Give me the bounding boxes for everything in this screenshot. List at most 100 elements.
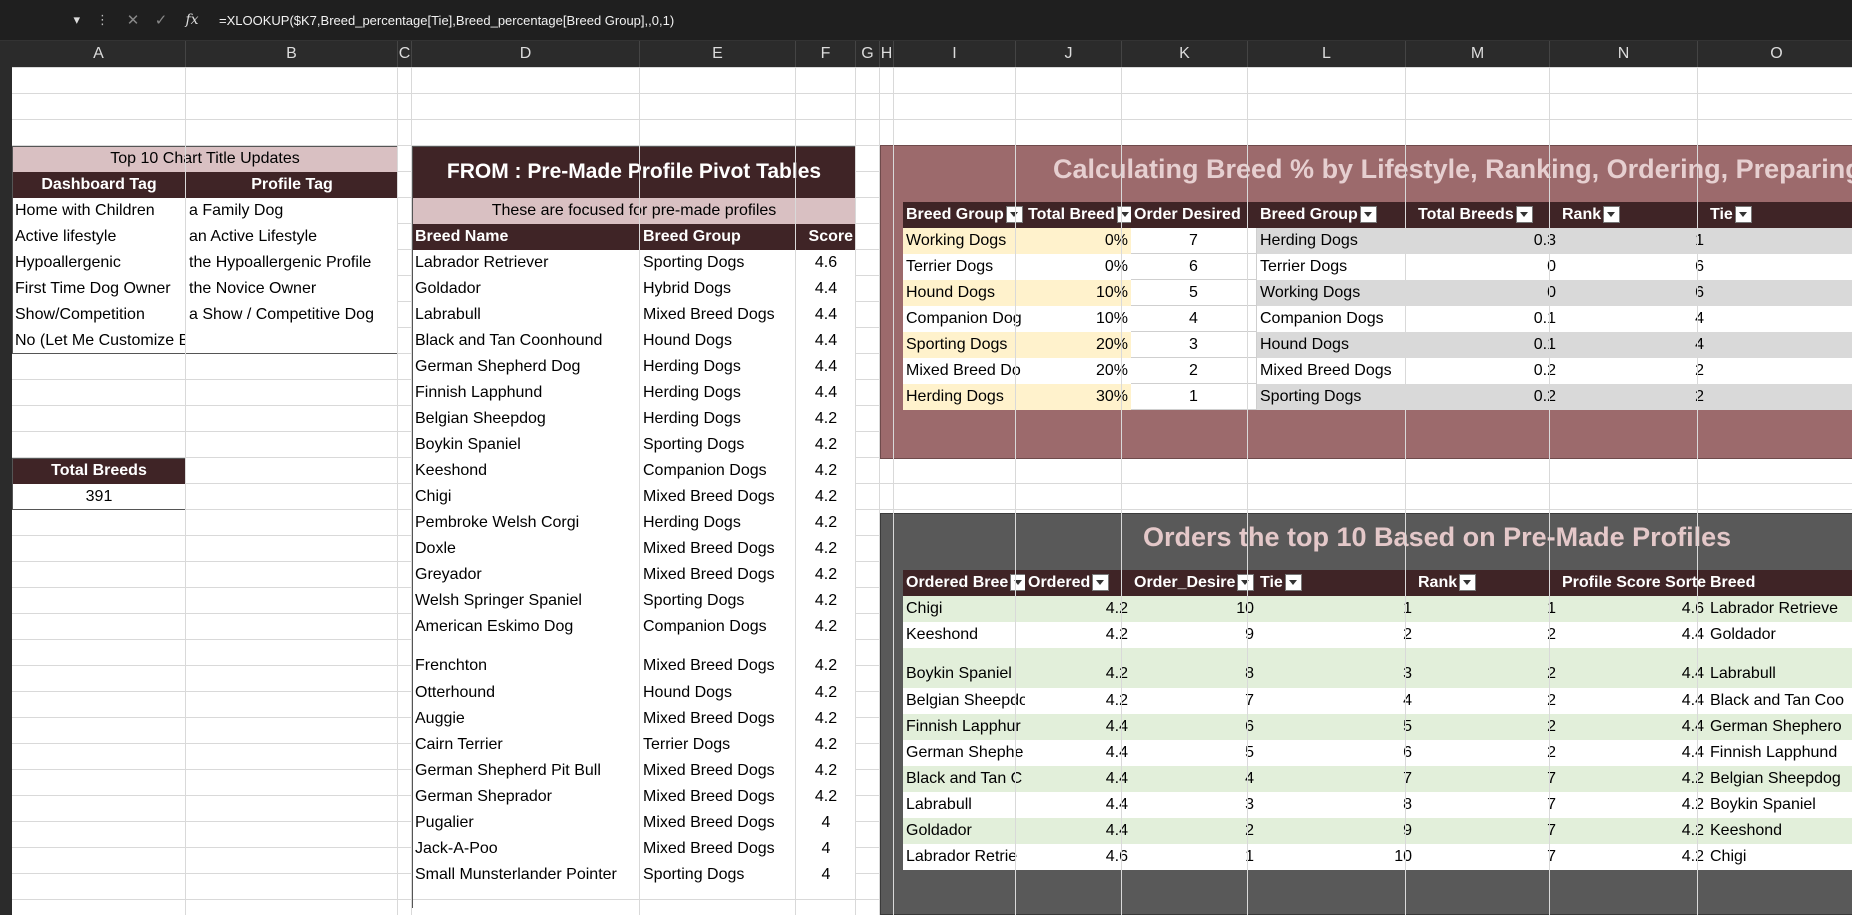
order-cell[interactable]: 8 bbox=[1257, 792, 1415, 818]
breed-pct-cell[interactable]: 5 bbox=[1131, 280, 1257, 306]
rank-cell[interactable]: 2 bbox=[1559, 384, 1707, 410]
order-cell[interactable]: 10 bbox=[1257, 844, 1415, 870]
order-cell[interactable]: 4.4 bbox=[1025, 818, 1131, 844]
breed-pct-cell[interactable]: 0% bbox=[1025, 228, 1131, 254]
order-cell[interactable]: 4.4 bbox=[1025, 792, 1131, 818]
order-header[interactable]: Tie bbox=[1257, 570, 1415, 596]
order-cell[interactable]: 4.2 bbox=[1559, 792, 1707, 818]
order-cell[interactable]: 4.6 bbox=[1559, 596, 1707, 622]
order-cell[interactable]: 1 bbox=[1257, 596, 1415, 622]
order-cell[interactable]: 4.2 bbox=[1559, 844, 1707, 870]
formula-input[interactable]: =XLOOKUP($K7,Breed_percentage[Tie],Breed… bbox=[209, 13, 674, 28]
column-header-C[interactable]: C bbox=[398, 41, 412, 67]
column-header-G[interactable]: G bbox=[856, 41, 880, 67]
order-header[interactable]: Rank bbox=[1415, 570, 1559, 596]
breed-pct-cell[interactable]: Companion Dog bbox=[903, 306, 1025, 332]
breed-pct-cell[interactable]: 20% bbox=[1025, 332, 1131, 358]
filter-dropdown-icon[interactable] bbox=[1284, 574, 1302, 592]
order-header[interactable]: Breed bbox=[1707, 570, 1852, 596]
rank-cell[interactable] bbox=[1707, 358, 1852, 384]
breed-pct-cell[interactable]: 6 bbox=[1131, 254, 1257, 280]
rank-cell[interactable]: 0.1 bbox=[1415, 306, 1559, 332]
breed-pct-header[interactable]: Total Breed bbox=[1025, 202, 1131, 228]
order-cell[interactable]: 5 bbox=[1131, 740, 1257, 766]
rank-cell[interactable]: 6 bbox=[1559, 254, 1707, 280]
order-cell[interactable]: Goldador bbox=[1707, 622, 1852, 648]
order-cell[interactable]: 4.4 bbox=[1559, 622, 1707, 648]
order-cell[interactable]: 1 bbox=[1131, 844, 1257, 870]
breed-pct-cell[interactable]: Working Dogs bbox=[903, 228, 1025, 254]
order-cell[interactable]: Goldador bbox=[903, 818, 1025, 844]
column-header-J[interactable]: J bbox=[1016, 41, 1122, 67]
breed-pct-cell[interactable]: 10% bbox=[1025, 280, 1131, 306]
column-header-O[interactable]: O bbox=[1698, 41, 1852, 67]
more-options-icon[interactable]: ⋮ bbox=[86, 12, 119, 28]
breed-pct-cell[interactable]: 30% bbox=[1025, 384, 1131, 410]
order-cell[interactable]: 9 bbox=[1131, 622, 1257, 648]
order-cell[interactable]: Black and Tan Coo bbox=[1707, 688, 1852, 714]
order-header[interactable]: Ordered bbox=[1025, 570, 1131, 596]
worksheet-grid[interactable]: Top 10 Chart Title Updates Dashboard Tag P… bbox=[12, 67, 1852, 915]
order-cell[interactable]: 4.2 bbox=[1559, 818, 1707, 844]
confirm-icon[interactable]: ✓ bbox=[147, 11, 175, 29]
breed-pct-cell[interactable]: 0% bbox=[1025, 254, 1131, 280]
order-cell[interactable]: 7 bbox=[1415, 792, 1559, 818]
order-cell[interactable]: 7 bbox=[1415, 818, 1559, 844]
order-cell[interactable]: Labrabull bbox=[1707, 648, 1852, 688]
order-cell[interactable]: Finnish Lapphur bbox=[903, 714, 1025, 740]
order-cell[interactable]: 4.2 bbox=[1559, 766, 1707, 792]
rank-cell[interactable] bbox=[1707, 306, 1852, 332]
column-header-L[interactable]: L bbox=[1248, 41, 1406, 67]
order-cell[interactable]: Chigi bbox=[903, 596, 1025, 622]
insert-function-button[interactable]: fx bbox=[175, 12, 209, 28]
breed-pct-cell[interactable]: 7 bbox=[1131, 228, 1257, 254]
breed-pct-cell[interactable]: 20% bbox=[1025, 358, 1131, 384]
rank-header[interactable]: Breed Group bbox=[1257, 202, 1415, 228]
filter-dropdown-icon[interactable] bbox=[1359, 206, 1377, 224]
column-header-A[interactable]: A bbox=[12, 41, 186, 67]
column-header-F[interactable]: F bbox=[796, 41, 856, 67]
breed-pct-cell[interactable]: 1 bbox=[1131, 384, 1257, 410]
rank-cell[interactable] bbox=[1707, 280, 1852, 306]
order-cell[interactable]: 9 bbox=[1257, 818, 1415, 844]
order-cell[interactable]: German Shephe bbox=[903, 740, 1025, 766]
column-header-N[interactable]: N bbox=[1550, 41, 1698, 67]
order-cell[interactable]: 2 bbox=[1415, 714, 1559, 740]
rank-cell[interactable]: 0 bbox=[1415, 254, 1559, 280]
order-cell[interactable]: 4.4 bbox=[1025, 740, 1131, 766]
order-cell[interactable]: Keeshond bbox=[1707, 818, 1852, 844]
breed-pct-cell[interactable]: 4 bbox=[1131, 306, 1257, 332]
filter-dropdown-icon[interactable] bbox=[1116, 206, 1131, 224]
order-cell[interactable]: 5 bbox=[1257, 714, 1415, 740]
rank-cell[interactable]: 2 bbox=[1559, 358, 1707, 384]
rank-cell[interactable]: 4 bbox=[1559, 332, 1707, 358]
breed-pct-header[interactable]: Order Desired bbox=[1131, 202, 1257, 228]
order-cell[interactable]: 2 bbox=[1415, 622, 1559, 648]
order-cell[interactable]: 7 bbox=[1131, 688, 1257, 714]
filter-dropdown-icon[interactable] bbox=[1237, 574, 1255, 592]
order-cell[interactable]: 2 bbox=[1415, 740, 1559, 766]
order-cell[interactable]: 6 bbox=[1131, 714, 1257, 740]
order-cell[interactable]: 7 bbox=[1257, 766, 1415, 792]
breed-pct-cell[interactable]: Sporting Dogs bbox=[903, 332, 1025, 358]
order-cell[interactable]: Belgian Sheepdog bbox=[1707, 766, 1852, 792]
filter-dropdown-icon[interactable] bbox=[1515, 206, 1533, 224]
breed-pct-cell[interactable]: Terrier Dogs bbox=[903, 254, 1025, 280]
breed-pct-cell[interactable]: Hound Dogs bbox=[903, 280, 1025, 306]
order-cell[interactable]: 3 bbox=[1257, 648, 1415, 688]
rank-header[interactable]: Rank bbox=[1559, 202, 1707, 228]
filter-dropdown-icon[interactable] bbox=[1459, 574, 1477, 592]
column-header-K[interactable]: K bbox=[1122, 41, 1248, 67]
order-cell[interactable]: 4.4 bbox=[1025, 714, 1131, 740]
rank-cell[interactable] bbox=[1707, 254, 1852, 280]
order-cell[interactable]: Labrabull bbox=[903, 792, 1025, 818]
order-cell[interactable]: Boykin Spaniel bbox=[1707, 792, 1852, 818]
rank-header[interactable]: Total Breeds bbox=[1415, 202, 1559, 228]
order-cell[interactable]: 2 bbox=[1131, 818, 1257, 844]
rank-cell[interactable]: 0.2 bbox=[1415, 384, 1559, 410]
order-cell[interactable]: Boykin Spaniel bbox=[903, 648, 1025, 688]
breed-pct-cell[interactable]: Mixed Breed Do bbox=[903, 358, 1025, 384]
order-cell[interactable]: Labrador Retrieve bbox=[1707, 596, 1852, 622]
order-cell[interactable]: 4 bbox=[1257, 688, 1415, 714]
order-cell[interactable]: 10 bbox=[1131, 596, 1257, 622]
